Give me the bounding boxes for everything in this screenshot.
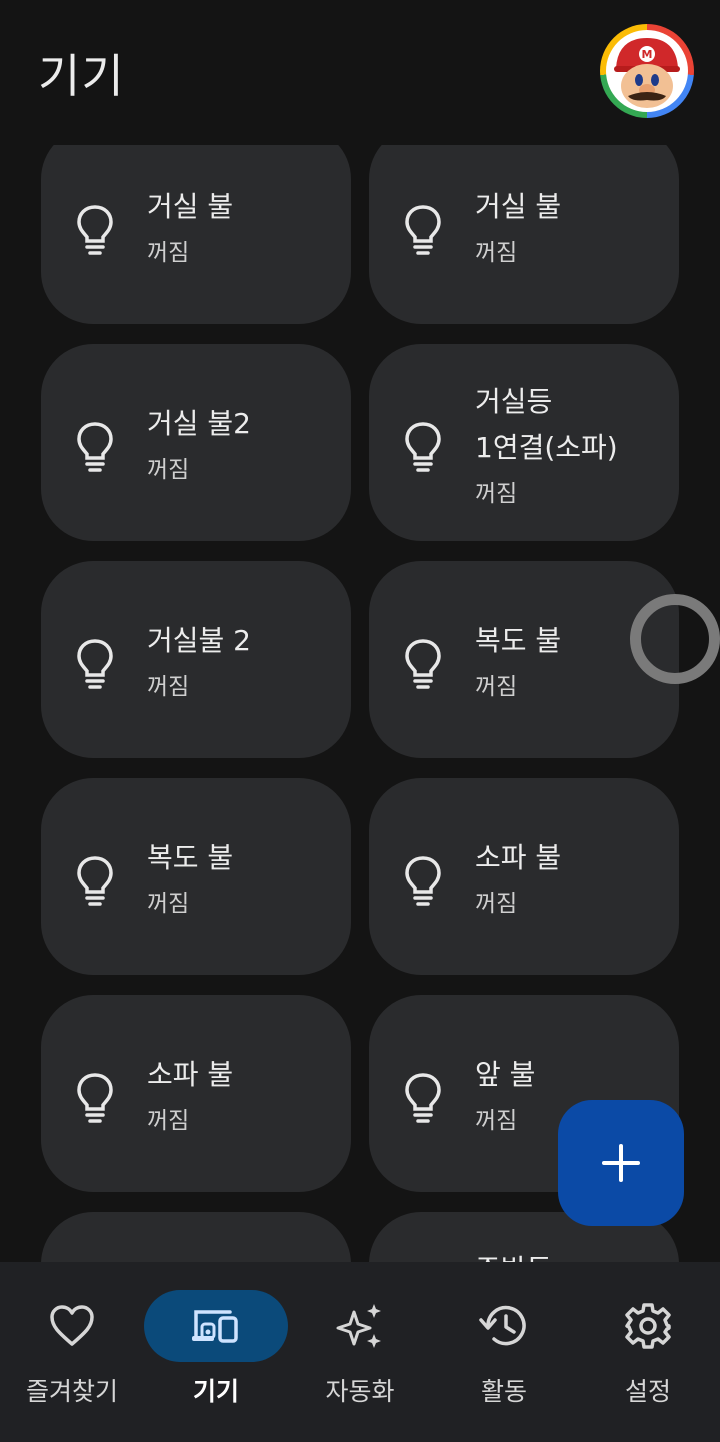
gear-icon — [625, 1303, 671, 1349]
device-tile[interactable]: 소파 불 꺼짐 — [41, 995, 351, 1192]
device-name: 주방등 — [475, 1248, 552, 1262]
add-device-button[interactable] — [558, 1100, 684, 1226]
lightbulb-icon — [77, 422, 113, 472]
app-header: 기기 M — [0, 0, 720, 145]
avatar-image: M — [606, 30, 688, 112]
heart-icon — [50, 1305, 94, 1346]
device-status: 꺼짐 — [147, 1108, 190, 1134]
device-tile[interactable]: 거실등 1연결(소파) 꺼짐 — [369, 344, 679, 541]
device-grid: 거실 불 꺼짐 거실 불 꺼짐 거실 불2 꺼짐 거실등 1연결(소파) 꺼짐 — [0, 0, 720, 1262]
sparkle-icon — [336, 1304, 381, 1348]
device-tile[interactable] — [41, 1212, 351, 1262]
lightbulb-icon — [405, 1073, 441, 1123]
avatar[interactable]: M — [600, 24, 694, 118]
nav-active-indicator — [144, 1290, 288, 1362]
device-name: 거실 불 — [475, 190, 562, 223]
lightbulb-icon — [405, 639, 441, 689]
nav-label: 설정 — [624, 1377, 671, 1406]
device-name: 거실불 2 — [147, 624, 251, 657]
nav-label: 기기 — [192, 1377, 239, 1406]
device-tile[interactable]: 거실 불 꺼짐 — [41, 127, 351, 324]
bottom-navigation: 즐겨찾기 기기 자동화 활동 설정 — [0, 1262, 720, 1442]
lightbulb-icon — [405, 205, 441, 255]
device-tile[interactable]: 거실불 2 꺼짐 — [41, 561, 351, 758]
device-status: 꺼짐 — [147, 240, 190, 266]
lightbulb-icon — [77, 639, 113, 689]
device-status: 꺼짐 — [147, 891, 190, 917]
nav-favorites[interactable]: 즐겨찾기 — [0, 1262, 144, 1442]
lightbulb-icon — [77, 856, 113, 906]
device-status: 꺼짐 — [475, 891, 518, 917]
device-name: 거실등 — [475, 385, 553, 418]
scroll-indicator[interactable] — [630, 594, 720, 684]
device-status: 꺼짐 — [147, 674, 190, 700]
device-name: 거실 불 — [147, 190, 234, 223]
device-name: 복도 불 — [475, 624, 562, 657]
nav-devices[interactable]: 기기 — [144, 1262, 288, 1442]
nav-label: 활동 — [480, 1377, 527, 1406]
lightbulb-icon — [77, 205, 113, 255]
device-name: 거실 불2 — [147, 407, 251, 440]
device-tile[interactable]: 복도 불 꺼짐 — [369, 561, 679, 758]
device-status: 꺼짐 — [475, 481, 518, 507]
device-tile[interactable]: 거실 불 꺼짐 — [369, 127, 679, 324]
device-status: 꺼짐 — [147, 457, 190, 483]
device-name: 소파 불 — [475, 841, 562, 874]
device-name: 앞 불 — [475, 1058, 536, 1091]
device-tile[interactable]: 복도 불 꺼짐 — [41, 778, 351, 975]
svg-text:M: M — [642, 48, 653, 61]
nav-automation[interactable]: 자동화 — [288, 1262, 432, 1442]
device-tile[interactable]: 거실 불2 꺼짐 — [41, 344, 351, 541]
lightbulb-icon — [77, 1073, 113, 1123]
nav-settings[interactable]: 설정 — [576, 1262, 720, 1442]
history-icon — [479, 1305, 526, 1346]
nav-label: 자동화 — [325, 1377, 395, 1406]
device-status: 꺼짐 — [475, 240, 518, 266]
lightbulb-icon — [405, 422, 441, 472]
device-status: 꺼짐 — [475, 1108, 518, 1134]
device-name: 복도 불 — [147, 841, 234, 874]
nav-label: 즐겨찾기 — [25, 1377, 118, 1406]
devices-icon — [192, 1310, 238, 1343]
lightbulb-icon — [405, 856, 441, 906]
device-tile[interactable]: 소파 불 꺼짐 — [369, 778, 679, 975]
plus-icon — [602, 1144, 640, 1182]
device-name-line2: 1연결(소파) — [475, 431, 618, 464]
page-title: 기기 — [38, 49, 125, 103]
device-name: 소파 불 — [147, 1058, 234, 1091]
device-status: 꺼짐 — [475, 674, 518, 700]
nav-activity[interactable]: 활동 — [432, 1262, 576, 1442]
